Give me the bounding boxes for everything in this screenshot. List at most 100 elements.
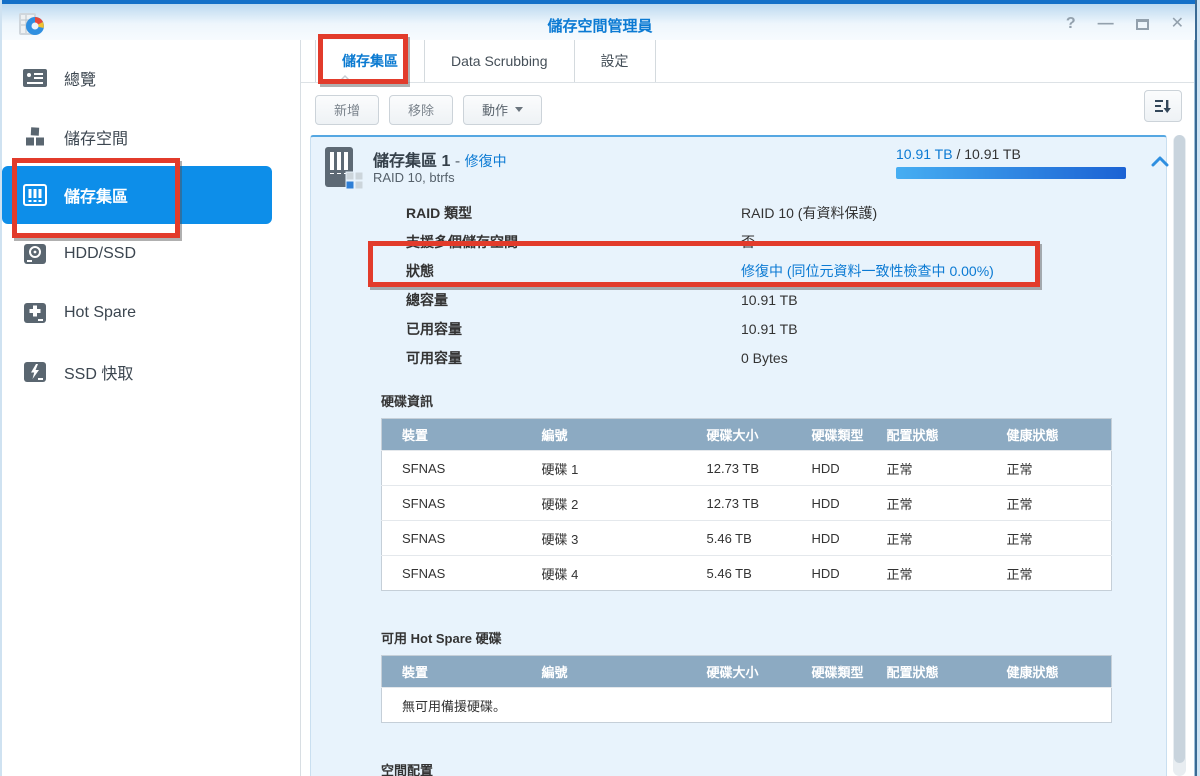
- pool-device-icon: [323, 145, 367, 193]
- tab-data-scrubbing[interactable]: Data Scrubbing: [425, 40, 575, 82]
- tab-storage-pool[interactable]: 儲存集區: [315, 40, 425, 82]
- detail-row-status: 狀態 修復中 (同位元資料一致性檢查中 0.00%): [311, 257, 1166, 286]
- status-badge: 正常: [987, 486, 1112, 521]
- table-row[interactable]: SFNAS 硬碟 2 12.73 TB HDD 正常 正常: [382, 486, 1112, 521]
- sort-order-icon: [1154, 98, 1172, 114]
- sidebar-item-hdd-ssd[interactable]: HDD/SSD: [2, 224, 300, 283]
- sidebar-divider: [300, 40, 301, 776]
- pool-name: 儲存集區 1: [373, 153, 450, 170]
- pool-details: RAID 類型 RAID 10 (有資料保護) 支援多個儲存空間 否 狀態 修復…: [311, 197, 1166, 373]
- minimize-button[interactable]: —: [1098, 14, 1114, 34]
- remove-button-label: 移除: [408, 100, 434, 119]
- storage-pool-panel: 儲存集區 1 - 修復中 RAID 10, btrfs 10.91 TB / 1…: [310, 135, 1167, 776]
- vertical-scrollbar[interactable]: [1173, 135, 1186, 776]
- pool-subtitle: RAID 10, btrfs: [373, 170, 455, 185]
- detail-label: 可用容量: [406, 350, 462, 366]
- overview-icon: [22, 65, 48, 91]
- col-allocation-status[interactable]: 配置狀態: [867, 656, 987, 688]
- col-allocation-status[interactable]: 配置狀態: [867, 419, 987, 451]
- tab-label: 儲存集區: [342, 51, 398, 71]
- tab-label: 設定: [601, 51, 629, 71]
- sidebar: 總覽 儲存空間 儲存集區 HDD/SSD: [2, 40, 300, 776]
- sidebar-item-storage-pool[interactable]: 儲存集區: [2, 166, 272, 224]
- capacity-progress-fill: [896, 167, 1126, 179]
- table-header-row: 裝置 編號 硬碟大小 硬碟類型 配置狀態 健康狀態: [382, 656, 1112, 688]
- allocation-title: 空間配置: [381, 760, 1166, 776]
- sort-order-button[interactable]: [1144, 90, 1182, 122]
- detail-row-raid-type: RAID 類型 RAID 10 (有資料保護): [311, 199, 1166, 228]
- col-health-status[interactable]: 健康狀態: [987, 656, 1112, 688]
- remove-button[interactable]: 移除: [389, 95, 453, 125]
- hot-spare-table: 裝置 編號 硬碟大小 硬碟類型 配置狀態 健康狀態 無可用備援硬碟。: [381, 655, 1112, 723]
- chevron-down-icon: [515, 107, 523, 112]
- capacity-total: 10.91 TB: [964, 146, 1021, 162]
- sidebar-item-label: 儲存空間: [64, 125, 128, 149]
- add-button[interactable]: 新增: [315, 95, 379, 125]
- sidebar-item-hot-spare[interactable]: Hot Spare: [2, 283, 300, 342]
- title-bar: 儲存空間管理員 ? — ✕: [0, 0, 1200, 40]
- storage-pool-icon: [22, 182, 48, 208]
- detail-label: 狀態: [406, 263, 434, 279]
- disk-info-table: 裝置 編號 硬碟大小 硬碟類型 配置狀態 健康狀態 SFNAS 硬碟 1 12.…: [381, 418, 1112, 591]
- detail-value-status: 修復中 (同位元資料一致性檢查中 0.00%): [741, 257, 994, 286]
- table-row[interactable]: SFNAS 硬碟 4 5.46 TB HDD 正常 正常: [382, 556, 1112, 591]
- detail-value: 0 Bytes: [741, 344, 788, 373]
- hot-spare-icon: [22, 300, 48, 326]
- action-button-label: 動作: [482, 100, 508, 119]
- pool-separator: -: [455, 153, 465, 170]
- table-row[interactable]: SFNAS 硬碟 1 12.73 TB HDD 正常 正常: [382, 451, 1112, 486]
- sidebar-item-label: HDD/SSD: [64, 245, 136, 263]
- ssd-cache-icon: [22, 359, 48, 385]
- scrollbar-thumb[interactable]: [1174, 135, 1185, 763]
- window-frame-left: [0, 0, 2, 776]
- pool-status-text: 修復中: [465, 153, 507, 169]
- hot-spare-title: 可用 Hot Spare 硬碟: [381, 628, 1166, 647]
- status-badge: 正常: [987, 556, 1112, 591]
- detail-value: 否: [741, 228, 755, 257]
- table-header-row: 裝置 編號 硬碟大小 硬碟類型 配置狀態 健康狀態: [382, 419, 1112, 451]
- detail-row-free-capacity: 可用容量 0 Bytes: [311, 344, 1166, 373]
- pool-panel-header[interactable]: 儲存集區 1 - 修復中 RAID 10, btrfs 10.91 TB / 1…: [311, 137, 1166, 197]
- detail-label: 支援多個儲存空間: [406, 234, 518, 250]
- capacity-used: 10.91 TB: [896, 146, 953, 162]
- help-button[interactable]: ?: [1066, 14, 1076, 34]
- capacity-progress-bar: [896, 167, 1126, 179]
- volume-cubes-icon: [22, 124, 48, 150]
- col-health-status[interactable]: 健康狀態: [987, 419, 1112, 451]
- col-size[interactable]: 硬碟大小: [687, 656, 792, 688]
- detail-row-multi-volume: 支援多個儲存空間 否: [311, 228, 1166, 257]
- toolbar: 新增 移除 動作: [301, 84, 1194, 135]
- close-button[interactable]: ✕: [1171, 14, 1184, 34]
- col-size[interactable]: 硬碟大小: [687, 419, 792, 451]
- col-type[interactable]: 硬碟類型: [792, 656, 867, 688]
- detail-value: 10.91 TB: [741, 286, 798, 315]
- sidebar-item-ssd-cache[interactable]: SSD 快取: [2, 342, 300, 401]
- action-dropdown-button[interactable]: 動作: [463, 95, 542, 125]
- col-number[interactable]: 編號: [522, 419, 687, 451]
- detail-row-total-capacity: 總容量 10.91 TB: [311, 286, 1166, 315]
- status-badge: 正常: [987, 521, 1112, 556]
- col-device[interactable]: 裝置: [382, 419, 522, 451]
- window-title: 儲存空間管理員: [0, 15, 1200, 36]
- sidebar-item-volume[interactable]: 儲存空間: [2, 107, 300, 166]
- col-type[interactable]: 硬碟類型: [792, 419, 867, 451]
- active-tab-notch-fill: [339, 77, 351, 83]
- tab-settings[interactable]: 設定: [575, 40, 656, 82]
- sidebar-item-label: 儲存集區: [64, 183, 128, 207]
- collapse-chevron-up-icon[interactable]: [1151, 155, 1169, 167]
- detail-value: RAID 10 (有資料保護): [741, 199, 877, 228]
- detail-value: 10.91 TB: [741, 315, 798, 344]
- status-badge: 正常: [867, 451, 987, 486]
- sidebar-item-label: Hot Spare: [64, 304, 136, 322]
- col-device[interactable]: 裝置: [382, 656, 522, 688]
- col-number[interactable]: 編號: [522, 656, 687, 688]
- table-row[interactable]: SFNAS 硬碟 3 5.46 TB HDD 正常 正常: [382, 521, 1112, 556]
- sidebar-item-label: 總覽: [64, 66, 96, 90]
- capacity-text: 10.91 TB / 10.91 TB: [896, 146, 1126, 162]
- add-button-label: 新增: [334, 100, 360, 119]
- empty-row: 無可用備援硬碟。: [382, 688, 1112, 723]
- sidebar-item-overview[interactable]: 總覽: [2, 48, 300, 107]
- sidebar-item-label: SSD 快取: [64, 360, 133, 384]
- maximize-button[interactable]: [1136, 19, 1149, 30]
- status-badge: 正常: [867, 556, 987, 591]
